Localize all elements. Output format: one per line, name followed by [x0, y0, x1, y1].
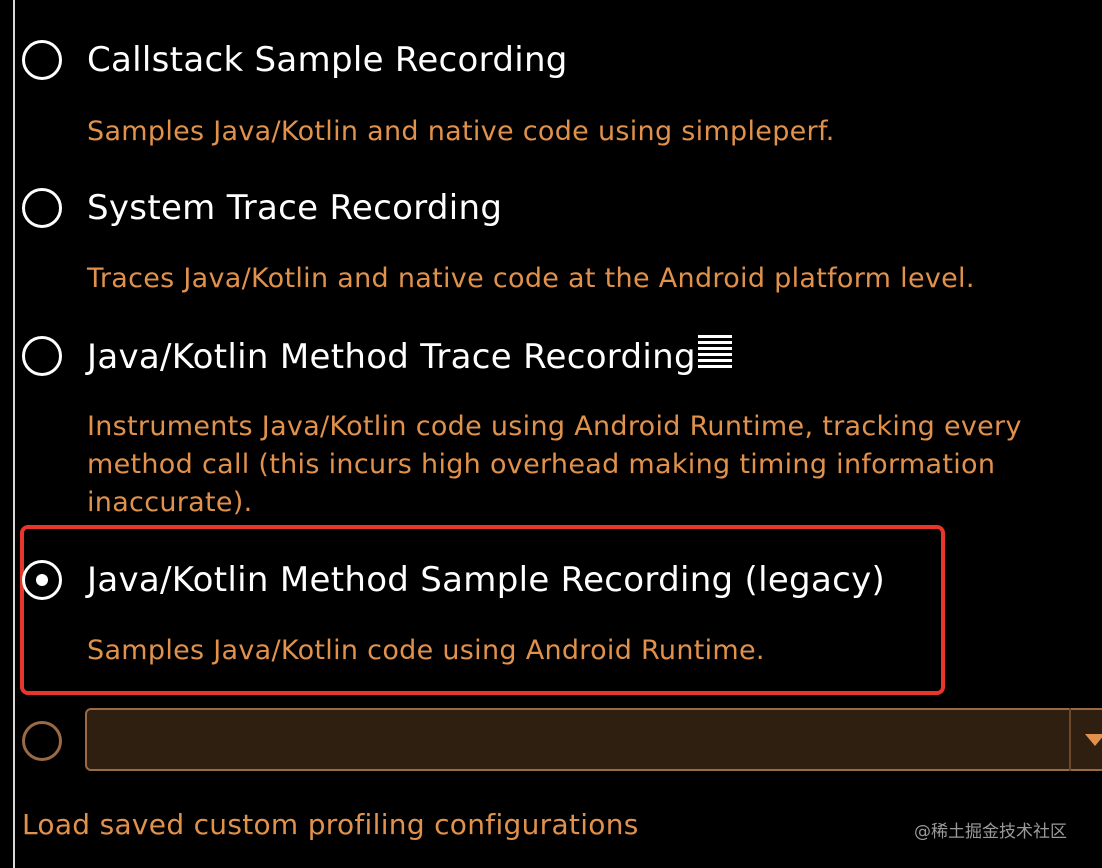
watermark-text: @稀土掘金技术社区 — [914, 822, 1067, 842]
option-title-method-trace-label: Java/Kotlin Method Trace Recording — [87, 337, 696, 377]
option-description-method-sample-legacy: Samples Java/Kotlin code using Android R… — [87, 635, 765, 666]
load-saved-configurations-link[interactable]: Load saved custom profiling configuratio… — [22, 806, 639, 844]
option-title-callstack-sample[interactable]: Callstack Sample Recording — [87, 40, 568, 80]
option-title-method-sample-legacy[interactable]: Java/Kotlin Method Sample Recording (leg… — [87, 560, 885, 600]
stacked-lines-icon — [697, 334, 732, 379]
radio-selected-dot — [36, 574, 48, 586]
radio-system-trace[interactable] — [22, 188, 62, 228]
radio-method-trace[interactable] — [22, 336, 62, 376]
chevron-down-icon — [1085, 734, 1102, 746]
custom-configuration-dropdown[interactable] — [85, 708, 1102, 771]
option-description-system-trace: Traces Java/Kotlin and native code at th… — [87, 263, 975, 294]
option-description-method-trace: Instruments Java/Kotlin code using Andro… — [87, 411, 1022, 518]
left-divider — [13, 0, 15, 868]
option-title-method-trace[interactable]: Java/Kotlin Method Trace Recording — [87, 334, 732, 381]
option-title-system-trace[interactable]: System Trace Recording — [87, 188, 502, 228]
option-description-callstack-sample: Samples Java/Kotlin and native code usin… — [87, 116, 835, 147]
dropdown-arrow-button[interactable] — [1069, 708, 1102, 771]
radio-method-sample-legacy[interactable] — [22, 560, 62, 600]
radio-callstack-sample[interactable] — [22, 40, 62, 80]
radio-custom-configuration[interactable] — [22, 721, 62, 761]
